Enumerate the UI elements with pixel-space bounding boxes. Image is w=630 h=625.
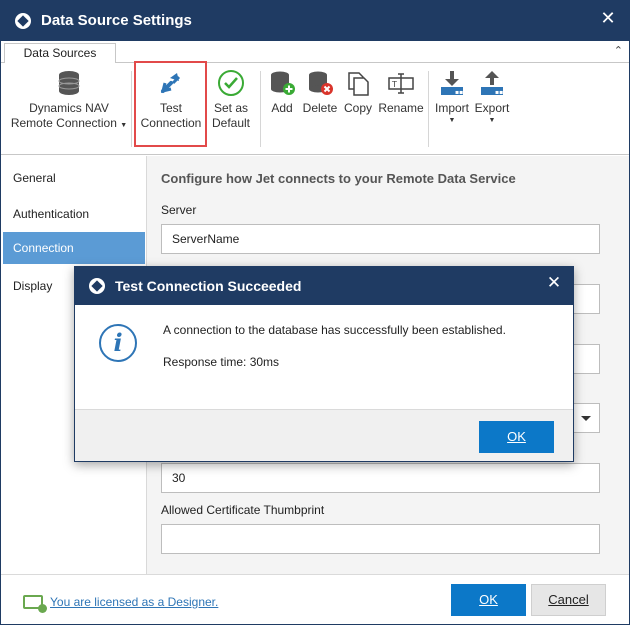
sidebar-item-connection[interactable]: Connection — [3, 232, 145, 264]
tab-data-sources[interactable]: Data Sources — [4, 43, 116, 64]
dialog-response-time: Response time: 30ms — [163, 355, 280, 369]
database-delete-icon — [306, 69, 334, 97]
export-label: Export — [474, 101, 510, 115]
app-logo-icon — [89, 278, 105, 294]
add-label: Add — [271, 101, 293, 115]
set-as-default-button[interactable]: Set as Default — [207, 69, 255, 131]
dialog-body: i A connection to the database has succe… — [75, 305, 573, 409]
dialog-close-button[interactable]: ✕ — [543, 272, 565, 294]
set-as-default-label-1: Set as — [213, 101, 249, 115]
test-connection-dialog: Test Connection Succeeded ✕ i A connecti… — [74, 266, 574, 462]
ribbon-separator — [428, 71, 429, 147]
dialog-titlebar: Test Connection Succeeded ✕ — [75, 267, 573, 305]
window-title: Data Source Settings — [41, 12, 192, 29]
ribbon-tab-strip: Data Sources ⌃ — [1, 41, 629, 64]
delete-button[interactable]: Delete — [301, 69, 339, 116]
thumbprint-input[interactable] — [161, 524, 600, 554]
remote-connection-label-2: Remote Connection ▼ — [10, 116, 128, 130]
import-button[interactable]: ▪▪ Import ▼ — [433, 69, 471, 126]
data-source-settings-window: Data Source Settings ✕ Data Sources ⌃ Dy… — [0, 0, 630, 625]
checkmark-circle-icon — [217, 69, 245, 97]
import-label: Import — [434, 101, 469, 115]
sidebar-item-authentication[interactable]: Authentication — [3, 198, 145, 230]
ribbon-toolbar: Dynamics NAV Remote Connection ▼ Test Co… — [1, 63, 629, 155]
copy-label: Copy — [343, 101, 372, 115]
remote-connection-button[interactable]: Dynamics NAV Remote Connection ▼ — [9, 69, 129, 133]
export-button[interactable]: ▪▪ Export ▼ — [473, 69, 511, 126]
license-link[interactable]: You are licensed as a Designer. — [50, 595, 218, 609]
rename-button[interactable]: T Rename — [378, 69, 424, 116]
chevron-down-icon — [581, 416, 591, 421]
window-close-button[interactable]: ✕ — [597, 7, 619, 29]
ok-button[interactable]: OK — [451, 584, 526, 616]
svg-text:▪▪: ▪▪ — [495, 89, 503, 96]
window-footer: You are licensed as a Designer. OK Cance… — [1, 574, 629, 624]
database-icon — [55, 69, 83, 97]
database-add-icon — [268, 69, 296, 97]
copy-button[interactable]: Copy — [341, 69, 375, 116]
server-label: Server — [161, 203, 197, 217]
timeout-input[interactable]: 30 — [161, 463, 600, 493]
dialog-title: Test Connection Succeeded — [115, 278, 302, 294]
remote-connection-label-1: Dynamics NAV — [29, 101, 109, 115]
sidebar-item-general[interactable]: General — [3, 162, 145, 194]
info-icon: i — [99, 324, 137, 362]
test-connection-highlight — [134, 61, 207, 147]
panel-heading: Configure how Jet connects to your Remot… — [161, 171, 516, 186]
dialog-footer: OK — [75, 409, 573, 461]
chevron-down-icon: ▼ — [120, 122, 128, 129]
ribbon-collapse-icon[interactable]: ⌃ — [614, 44, 623, 57]
app-logo-icon — [15, 13, 31, 29]
delete-label: Delete — [302, 101, 338, 115]
rename-icon: T — [387, 69, 415, 97]
add-button[interactable]: Add — [265, 69, 299, 116]
cancel-button[interactable]: Cancel — [531, 584, 606, 616]
ribbon-separator — [260, 71, 261, 147]
copy-icon — [344, 69, 372, 97]
dialog-message: A connection to the database has success… — [163, 323, 506, 337]
server-input[interactable]: ServerName — [161, 224, 600, 254]
svg-text:T: T — [391, 80, 397, 89]
license-certificate-icon — [23, 595, 47, 613]
window-titlebar: Data Source Settings ✕ — [1, 1, 629, 41]
export-icon: ▪▪ — [478, 69, 506, 97]
import-icon: ▪▪ — [438, 69, 466, 97]
chevron-down-icon: ▼ — [448, 117, 456, 124]
set-as-default-label-2: Default — [211, 116, 251, 130]
svg-text:▪▪: ▪▪ — [455, 89, 463, 96]
rename-label: Rename — [378, 101, 424, 115]
chevron-down-icon: ▼ — [488, 117, 496, 124]
ribbon-separator — [131, 71, 132, 147]
thumbprint-label: Allowed Certificate Thumbprint — [161, 503, 325, 517]
dialog-ok-button[interactable]: OK — [479, 421, 554, 453]
